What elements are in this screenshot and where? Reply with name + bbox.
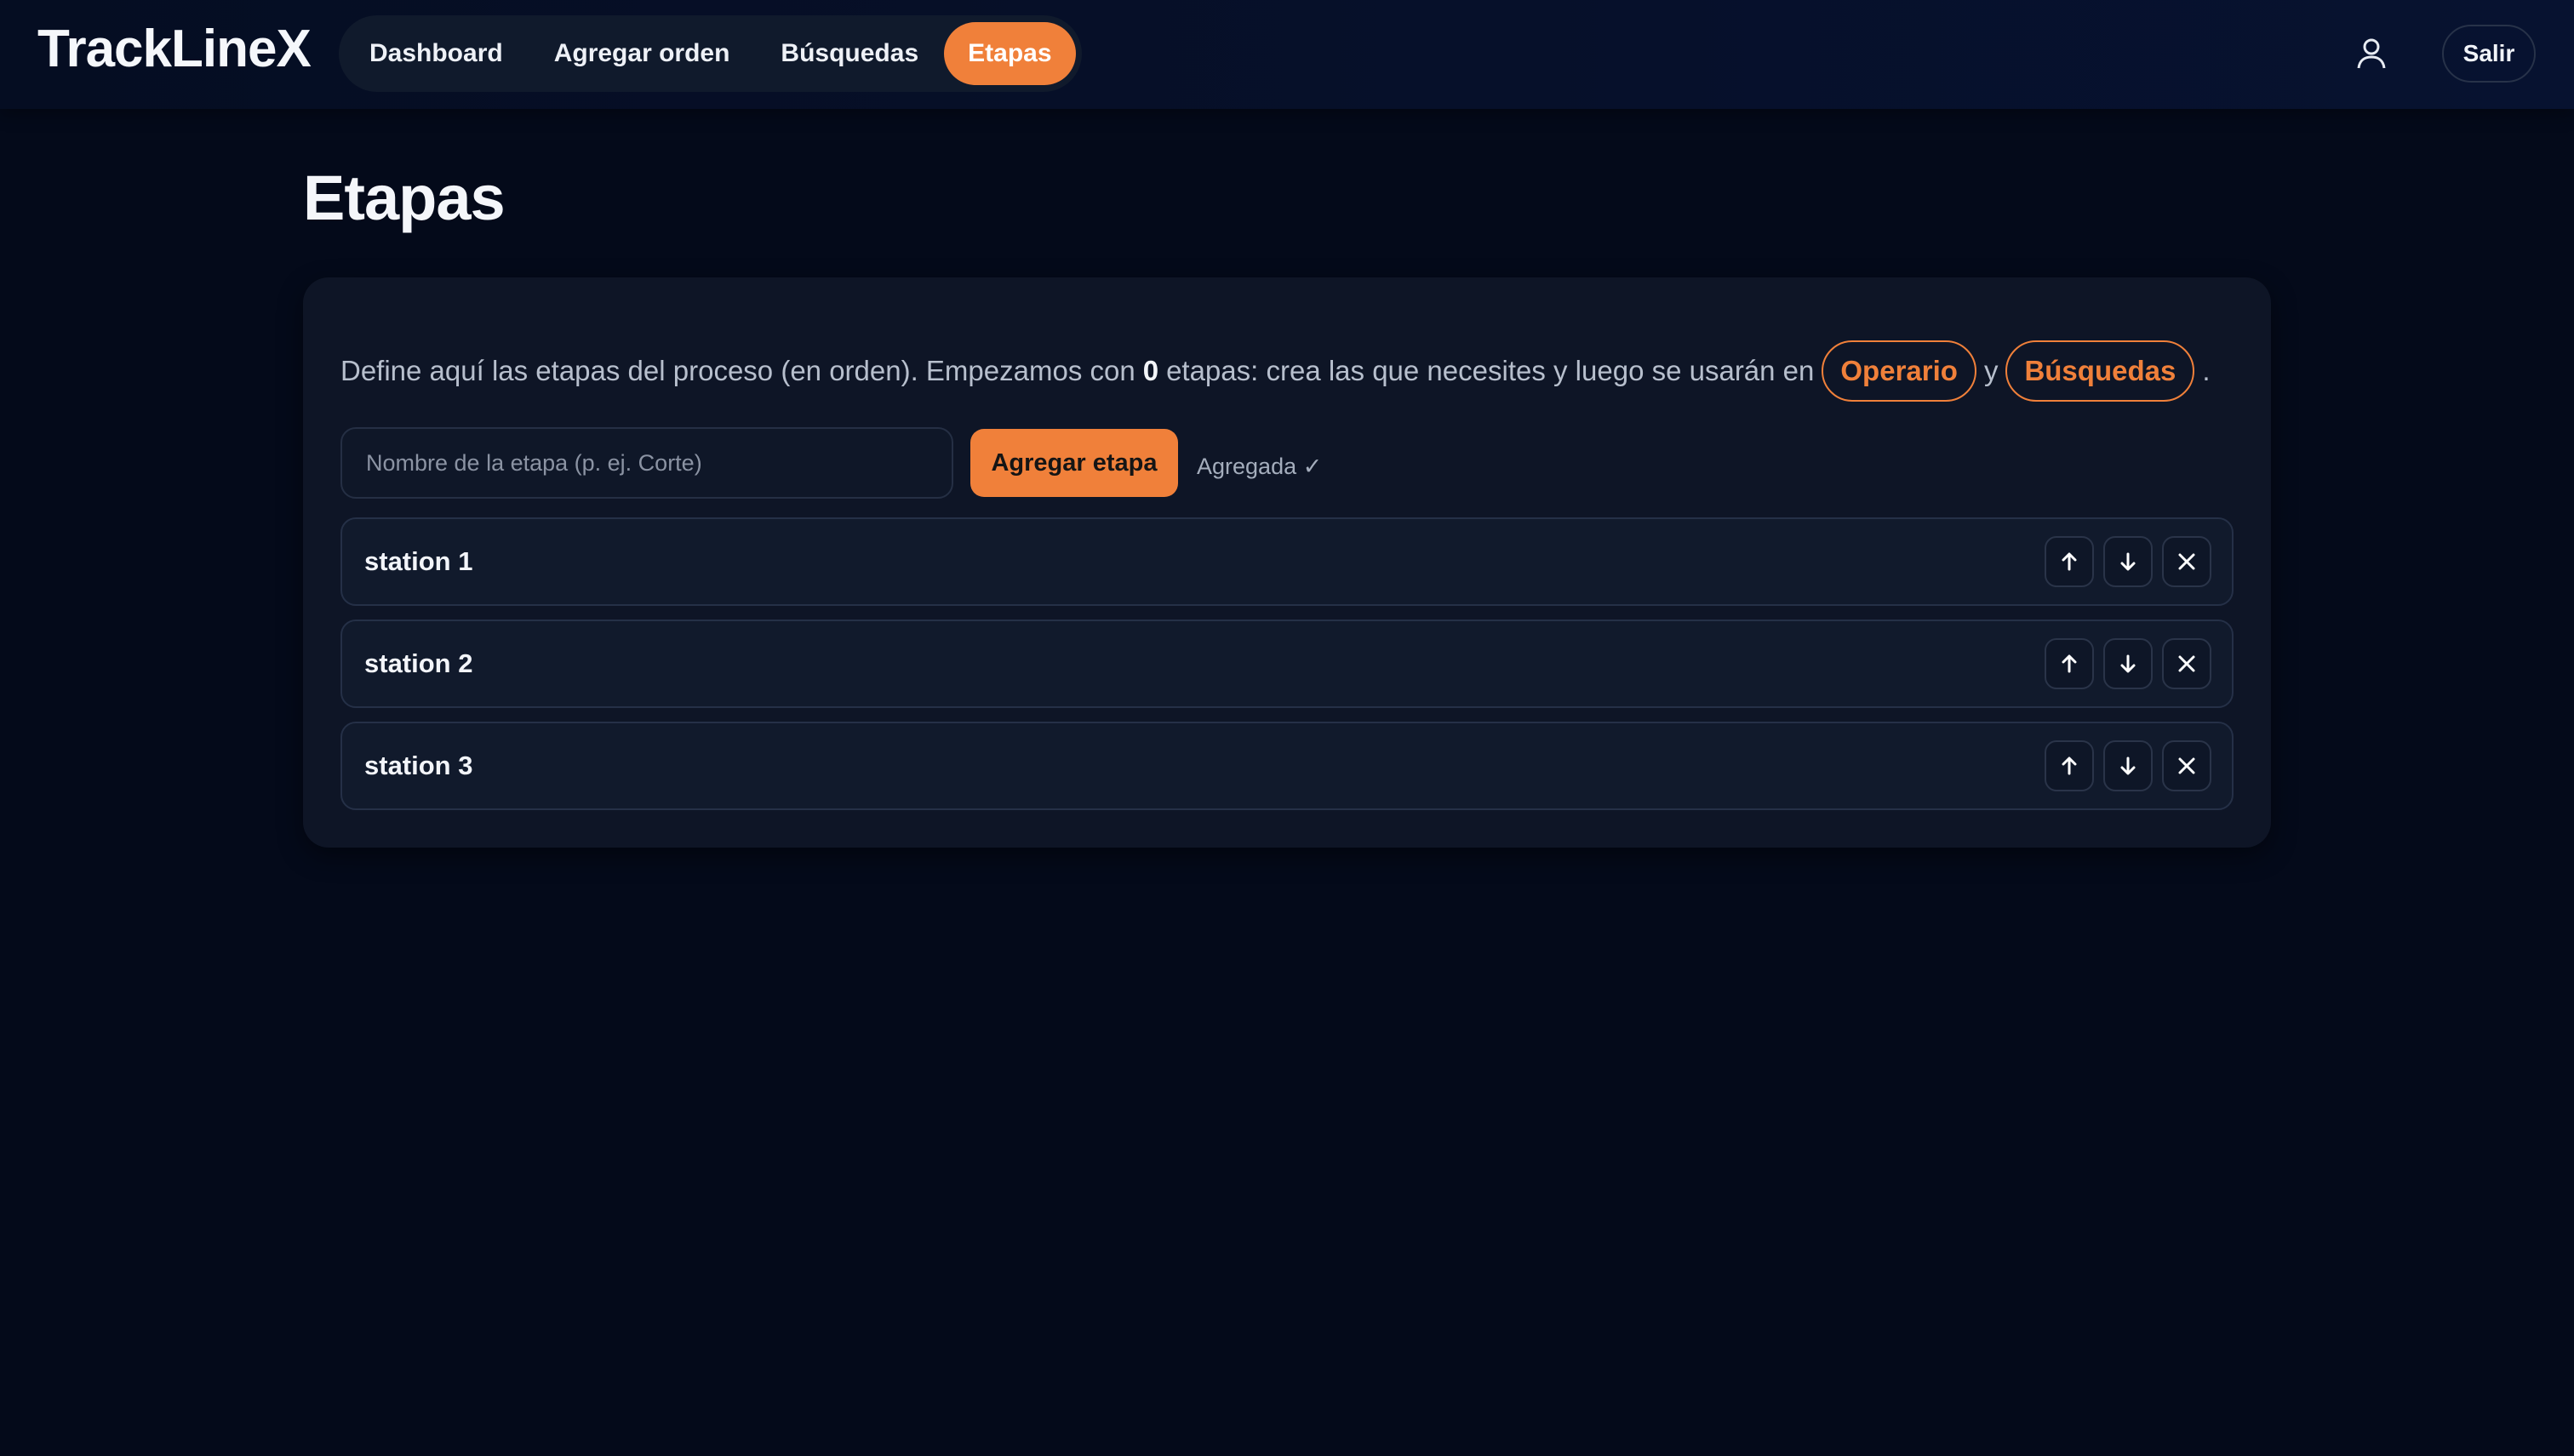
move-up-button[interactable] (2045, 638, 2094, 689)
close-icon (2178, 757, 2195, 774)
arrow-up-icon (2062, 552, 2077, 571)
stage-actions (2035, 740, 2211, 791)
intro-text: Define aquí las etapas del proceso (en o… (340, 340, 2210, 402)
move-down-button[interactable] (2103, 536, 2153, 587)
operario-link[interactable]: Operario (1822, 340, 1976, 402)
stage-name: station 1 (364, 546, 473, 576)
add-stage-form: Agregar etapa Agregada ✓ (340, 427, 1322, 499)
intro-part2: etapas: crea las que necesites y luego s… (1166, 355, 1815, 386)
arrow-down-icon (2120, 552, 2136, 571)
nav-item-etapas[interactable]: Etapas (944, 22, 1076, 85)
nav-item-dashboard[interactable]: Dashboard (344, 22, 529, 85)
top-bar: TrackLineX Dashboard Agregar orden Búsqu… (0, 0, 2574, 109)
stage-row: station 3 (340, 722, 2234, 810)
stage-list: station 1 station 2 station 3 (340, 517, 2234, 824)
arrow-up-icon (2062, 757, 2077, 775)
move-down-button[interactable] (2103, 740, 2153, 791)
user-icon (2357, 38, 2386, 69)
stage-name-input[interactable] (340, 427, 953, 499)
added-status: Agregada ✓ (1197, 453, 1323, 479)
page-title: Etapas (303, 163, 506, 233)
intro-end: . (2202, 355, 2211, 386)
main-nav: Dashboard Agregar orden Búsquedas Etapas (339, 15, 1082, 92)
move-down-button[interactable] (2103, 638, 2153, 689)
remove-stage-button[interactable] (2162, 536, 2211, 587)
stage-name: station 3 (364, 751, 473, 780)
remove-stage-button[interactable] (2162, 638, 2211, 689)
nav-item-busquedas[interactable]: Búsquedas (755, 22, 944, 85)
stage-actions (2035, 638, 2211, 689)
logout-button[interactable]: Salir (2442, 25, 2536, 83)
stage-row: station 1 (340, 517, 2234, 606)
nav-item-agregar-orden[interactable]: Agregar orden (529, 22, 756, 85)
close-icon (2178, 655, 2195, 672)
move-up-button[interactable] (2045, 740, 2094, 791)
arrow-down-icon (2120, 654, 2136, 673)
user-profile-button[interactable] (2351, 31, 2392, 77)
brand-logo[interactable]: TrackLineX (37, 19, 312, 79)
stage-actions (2035, 536, 2211, 587)
stages-card: Define aquí las etapas del proceso (en o… (303, 277, 2271, 848)
close-icon (2178, 553, 2195, 570)
stage-count: 0 (1142, 355, 1159, 386)
stage-name: station 2 (364, 648, 473, 678)
add-stage-button[interactable]: Agregar etapa (970, 429, 1178, 497)
arrow-down-icon (2120, 757, 2136, 775)
stage-row: station 2 (340, 620, 2234, 708)
intro-connector: y (1983, 355, 1999, 386)
remove-stage-button[interactable] (2162, 740, 2211, 791)
intro-part1: Define aquí las etapas del proceso (en o… (340, 355, 1135, 386)
arrow-up-icon (2062, 654, 2077, 673)
move-up-button[interactable] (2045, 536, 2094, 587)
busquedas-link[interactable]: Búsquedas (2005, 340, 2195, 402)
